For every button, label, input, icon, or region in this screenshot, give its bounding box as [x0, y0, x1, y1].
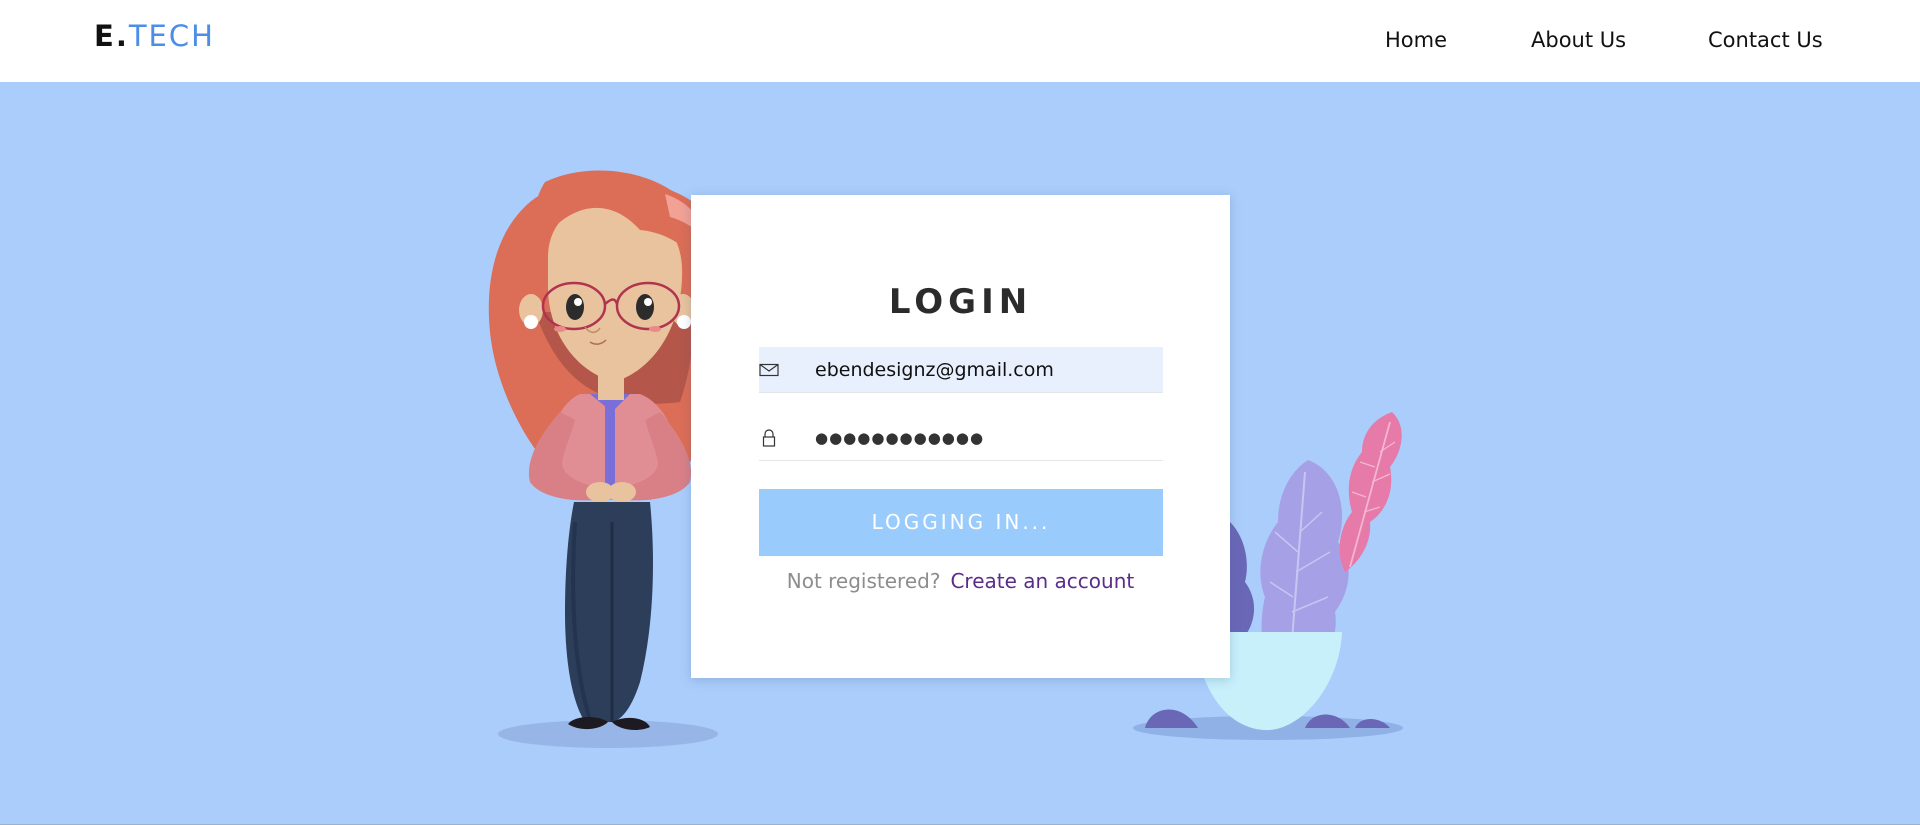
logo-dot: . [115, 19, 129, 53]
nav-home-link[interactable]: Home [1385, 26, 1447, 54]
email-field[interactable]: ebendesignz@gmail.com [759, 347, 1163, 393]
nav-contact-link[interactable]: Contact Us [1708, 26, 1823, 54]
login-submit-button[interactable]: LOGGING IN... [759, 489, 1163, 556]
not-registered-text: Not registered? [786, 569, 941, 593]
nav-about-link[interactable]: About Us [1531, 26, 1626, 54]
password-value: ●●●●●●●●●●●● [815, 429, 985, 447]
top-navbar: E.TECH Home About Us Contact Us [0, 0, 1920, 82]
password-field[interactable]: ●●●●●●●●●●●● [759, 415, 1163, 461]
logo-tech: TECH [128, 19, 215, 53]
lock-icon [762, 429, 776, 447]
email-value: ebendesignz@gmail.com [815, 359, 1054, 381]
login-card: LOGIN ebendesignz@gmail.com ●●●●●●●●●●●●… [691, 195, 1230, 678]
login-title: LOGIN [888, 282, 1033, 322]
envelope-icon [759, 363, 779, 377]
register-prompt: Not registered? Create an account [691, 567, 1230, 595]
brand-logo[interactable]: E.TECH [94, 18, 215, 54]
create-account-link[interactable]: Create an account [950, 569, 1134, 593]
logo-e: E [94, 19, 116, 53]
